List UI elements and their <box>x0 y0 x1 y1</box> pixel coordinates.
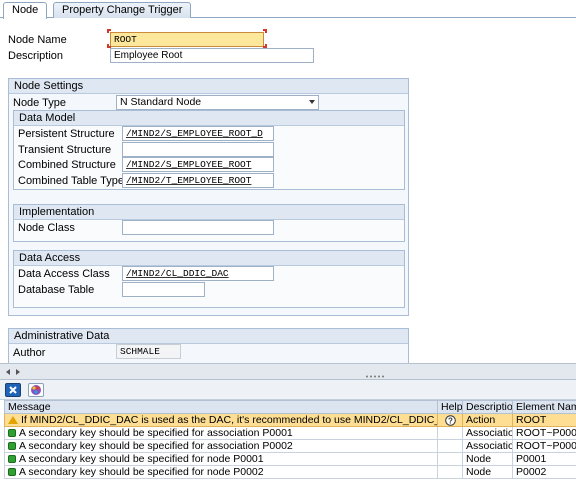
help-cell[interactable]: ? <box>437 413 463 427</box>
green-status-icon <box>8 468 16 477</box>
tab-strip: Node Property Change Trigger <box>0 0 576 19</box>
element-name-cell: ROOT~P0002 <box>512 439 576 453</box>
administrative-data-title: Administrative Data <box>9 329 408 344</box>
message-text: A secondary key should be specified for … <box>19 427 293 439</box>
close-icon <box>9 386 17 394</box>
description-field[interactable]: Employee Root <box>110 48 314 63</box>
persistent-structure-field[interactable]: /MIND2/S_EMPLOYEE_ROOT_D <box>122 126 274 141</box>
help-cell <box>437 452 463 466</box>
database-table-label: Database Table <box>18 284 95 296</box>
description-label: Description <box>8 50 64 62</box>
table-row[interactable]: A secondary key should be specified for … <box>4 465 576 479</box>
node-type-label: Node Type <box>13 97 67 109</box>
description-cell: Association <box>462 426 513 440</box>
warning-icon <box>8 416 18 425</box>
message-text: A secondary key should be specified for … <box>19 440 293 452</box>
combined-table-type-field[interactable]: /MIND2/T_EMPLOYEE_ROOT <box>122 173 274 188</box>
message-cell: A secondary key should be specified for … <box>4 426 438 440</box>
node-type-value: N Standard Node <box>120 96 202 108</box>
combined-structure-field[interactable]: /MIND2/S_EMPLOYEE_ROOT <box>122 157 274 172</box>
node-class-label: Node Class <box>18 222 75 234</box>
message-text: A secondary key should be specified for … <box>19 453 264 465</box>
focus-corner <box>107 29 111 33</box>
description-cell: Action <box>462 413 513 427</box>
tab-property-change-trigger-label: Property Change Trigger <box>62 4 183 16</box>
administrative-data-group: Administrative Data <box>8 328 409 368</box>
implementation-title: Implementation <box>14 205 404 220</box>
tab-node-label: Node <box>12 4 39 16</box>
scroll-arrows-icon[interactable] <box>2 367 24 377</box>
splitter-bar[interactable] <box>0 363 576 380</box>
description-cell: Association <box>462 439 513 453</box>
data-access-class-label: Data Access Class <box>18 268 110 280</box>
message-text: If MIND2/CL_DDIC_DAC is used as the DAC,… <box>21 414 437 426</box>
green-status-icon <box>8 442 16 451</box>
splitter-grip-icon[interactable] <box>365 375 385 378</box>
transient-structure-field[interactable] <box>122 142 274 157</box>
column-header-element-name[interactable]: Element Name <box>512 400 576 414</box>
chevron-down-icon <box>309 100 315 104</box>
persistent-structure-label: Persistent Structure <box>18 128 115 140</box>
help-cell <box>437 439 463 453</box>
table-row[interactable]: A secondary key should be specified for … <box>4 452 576 466</box>
palette-icon <box>31 385 41 395</box>
database-table-field[interactable] <box>122 282 205 297</box>
svg-text:?: ? <box>448 416 453 425</box>
color-settings-button[interactable] <box>28 383 44 397</box>
column-header-message[interactable]: Message <box>4 400 438 414</box>
node-type-select[interactable]: N Standard Node <box>116 95 319 110</box>
data-access-class-field[interactable]: /MIND2/CL_DDIC_DAC <box>122 266 274 281</box>
green-status-icon <box>8 455 16 464</box>
data-access-title: Data Access <box>14 251 404 266</box>
node-name-field[interactable]: ROOT <box>110 32 264 47</box>
description-cell: Node <box>462 465 513 479</box>
message-cell: A secondary key should be specified for … <box>4 465 438 479</box>
node-class-field[interactable] <box>122 220 274 235</box>
focus-corner <box>263 29 267 33</box>
description-cell: Node <box>462 452 513 466</box>
combined-structure-label: Combined Structure <box>18 159 116 171</box>
transient-structure-label: Transient Structure <box>18 144 112 156</box>
tab-property-change-trigger[interactable]: Property Change Trigger <box>53 2 192 18</box>
table-row[interactable]: A secondary key should be specified for … <box>4 439 576 453</box>
data-model-title: Data Model <box>14 111 404 126</box>
author-label: Author <box>13 347 46 359</box>
message-toolbar <box>0 380 576 400</box>
help-cell <box>437 426 463 440</box>
combined-table-type-label: Combined Table Type <box>18 175 124 187</box>
element-name-cell: P0002 <box>512 465 576 479</box>
green-status-icon <box>8 429 16 438</box>
element-name-cell: P0001 <box>512 452 576 466</box>
message-cell: If MIND2/CL_DDIC_DAC is used as the DAC,… <box>4 413 438 427</box>
element-name-cell: ROOT <box>512 413 576 427</box>
help-icon[interactable]: ? <box>444 414 456 426</box>
messages-table: Message Help Description Element Name If… <box>4 400 576 479</box>
message-cell: A secondary key should be specified for … <box>4 439 438 453</box>
message-text: A secondary key should be specified for … <box>19 466 264 478</box>
message-cell: A secondary key should be specified for … <box>4 452 438 466</box>
node-settings-title: Node Settings <box>9 79 408 94</box>
tab-node[interactable]: Node <box>3 2 48 19</box>
node-name-label: Node Name <box>8 34 67 46</box>
table-row[interactable]: If MIND2/CL_DDIC_DAC is used as the DAC,… <box>4 413 576 427</box>
element-name-cell: ROOT~P0001 <box>512 426 576 440</box>
author-field: SCHMALE <box>116 344 181 359</box>
help-cell <box>437 465 463 479</box>
column-header-description[interactable]: Description <box>462 400 513 414</box>
column-header-help[interactable]: Help <box>437 400 463 414</box>
table-row[interactable]: A secondary key should be specified for … <box>4 426 576 440</box>
close-messages-button[interactable] <box>5 383 21 397</box>
